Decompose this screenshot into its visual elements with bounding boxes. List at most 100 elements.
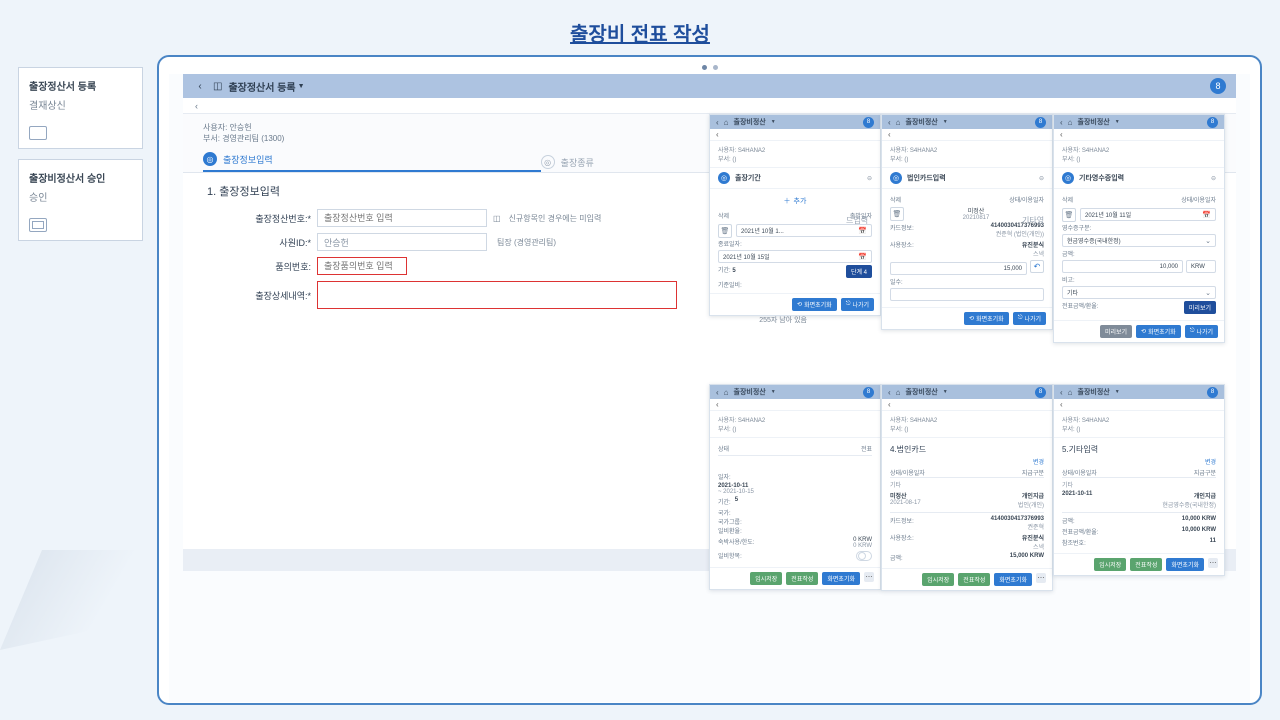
back-row[interactable]: ‹ <box>710 399 880 411</box>
chevron-down-icon[interactable]: ▼ <box>771 119 776 125</box>
avatar[interactable]: 8 <box>1035 117 1046 128</box>
back-icon[interactable]: ‹ <box>716 388 719 397</box>
more-icon[interactable]: ⋯ <box>1208 558 1218 568</box>
label-lodging: 숙박사용/한도: <box>718 537 754 549</box>
sidebar-card-register[interactable]: 출장정산서 등록 결재상신 <box>18 67 143 149</box>
sidebar-card-sub: 결재상신 <box>29 97 132 112</box>
back-row[interactable]: ‹ <box>1054 399 1224 411</box>
preview-button-2[interactable]: 미리보기 <box>1100 325 1132 338</box>
reset-button[interactable]: 화면초기화 <box>994 573 1032 586</box>
wizard-step-1[interactable]: ◎출장정보입력 <box>203 152 541 172</box>
card-title: 출장비정산 <box>734 117 766 127</box>
card-owner: 권준혁 <box>1027 525 1044 531</box>
change-link[interactable]: 변경 <box>1062 457 1216 466</box>
avatar[interactable]: 8 <box>863 117 874 128</box>
label-employee: 사원ID:* <box>207 236 317 249</box>
add-row[interactable]: ＋추가 <box>718 193 872 209</box>
avatar[interactable]: 8 <box>1207 387 1218 398</box>
reset-button[interactable]: ⟲ 화면초기화 <box>792 298 837 311</box>
chevron-down-icon[interactable]: ▼ <box>298 83 305 90</box>
label-memo: 비고: <box>1062 275 1216 284</box>
back-icon[interactable]: ‹ <box>716 118 719 127</box>
back-icon[interactable]: ‹ <box>888 388 891 397</box>
label-ref: 참조번호: <box>1062 538 1086 547</box>
mobile-card-corpcard-detail: ‹⌂출장비정산▼8 ‹ 사용자: S4HANA2부서: () 4.법인카드 변경… <box>881 384 1053 591</box>
card-owner: 권준혁 (법인(개인)) <box>996 232 1044 238</box>
undo-icon[interactable]: ↶ <box>1030 260 1044 273</box>
exit-button[interactable]: ⎋ 나가기 <box>1185 325 1218 338</box>
label-end-date: 종료일자: <box>718 239 872 248</box>
home-icon[interactable]: ⌂ <box>1068 388 1073 397</box>
home-icon[interactable]: ⌂ <box>896 388 901 397</box>
create-slip-button[interactable]: 전표작성 <box>958 573 990 586</box>
back-icon[interactable]: ‹ <box>193 81 207 92</box>
home-icon[interactable]: ⌂ <box>724 388 729 397</box>
currency[interactable]: KRW <box>1186 260 1216 273</box>
create-slip-button[interactable]: 전표작성 <box>1130 558 1162 571</box>
home-icon[interactable]: ⌂ <box>724 118 729 127</box>
input-employee[interactable] <box>317 233 487 251</box>
back-icon[interactable]: ‹ <box>1060 388 1063 397</box>
input-approval-no[interactable] <box>317 257 407 275</box>
avatar[interactable]: 8 <box>863 387 874 398</box>
calendar-icon[interactable]: 📅 <box>858 253 867 261</box>
reset-button[interactable]: ⟲ 화면초기화 <box>1136 325 1181 338</box>
avatar[interactable]: 8 <box>1207 117 1218 128</box>
label-period: 기간: <box>718 497 731 506</box>
period-value: 5 <box>735 497 738 506</box>
avatar[interactable]: 8 <box>1210 78 1226 94</box>
step-button[interactable]: 단계 4 <box>846 265 872 278</box>
meta-user-label: 사용자: <box>203 123 227 132</box>
textarea-detail[interactable] <box>317 281 677 309</box>
input-trip-number[interactable] <box>317 209 487 227</box>
save-draft-button[interactable]: 임시저장 <box>1094 558 1126 571</box>
memo-input[interactable]: 기타 <box>1067 288 1078 297</box>
calendar-icon[interactable]: 📅 <box>858 227 867 235</box>
preview-button[interactable]: 미리보기 <box>1184 301 1216 314</box>
change-link[interactable]: 변경 <box>890 457 1044 466</box>
label-approval-no: 품의번호: <box>207 260 317 273</box>
label-card: 카드정보: <box>890 223 914 238</box>
exit-button[interactable]: ⎋ 나가기 <box>1013 312 1046 325</box>
exit-button[interactable]: ⎋ 나가기 <box>841 298 874 311</box>
trash-icon[interactable]: 🗑 <box>718 224 732 238</box>
trash-icon[interactable]: 🗑 <box>890 207 904 221</box>
receipt-type[interactable]: 현금영수증(국내한정) <box>1067 236 1121 245</box>
create-slip-button[interactable]: 전표작성 <box>786 572 818 585</box>
meta-dept-label: 부서: <box>203 134 220 143</box>
back-icon[interactable]: ‹ <box>195 101 198 111</box>
reset-button[interactable]: 화면초기화 <box>1166 558 1204 571</box>
sidebar-card-approve[interactable]: 출장비정산서 승인 승인 <box>18 159 143 241</box>
start-date[interactable]: 2021년 10월 1... <box>741 226 784 235</box>
avatar[interactable]: 8 <box>1035 387 1046 398</box>
chevron-down-icon[interactable]: ⌄ <box>1205 237 1211 245</box>
reset-button[interactable]: 화면초기화 <box>822 572 860 585</box>
back-icon[interactable]: ‹ <box>888 118 891 127</box>
card-number: 4140030417376993 <box>991 516 1044 522</box>
amount-input[interactable]: 10,000 <box>1062 260 1183 273</box>
home-icon[interactable]: ⌂ <box>1068 118 1073 127</box>
days-input[interactable] <box>890 288 1044 301</box>
collapse-icon[interactable]: ⊖ <box>867 175 872 182</box>
reset-button[interactable]: ⟲ 화면초기화 <box>964 312 1009 325</box>
back-icon[interactable]: ‹ <box>1060 118 1063 127</box>
home-icon[interactable]: ⌂ <box>896 118 901 127</box>
sub-label: 기타 <box>1062 480 1216 489</box>
sidebar-card-sub: 승인 <box>29 189 132 204</box>
trash-icon[interactable]: 🗑 <box>1062 208 1076 222</box>
meta-dept: 경영관리팀 (1300) <box>222 134 284 143</box>
back-row[interactable]: ‹ <box>882 399 1052 411</box>
more-icon[interactable]: ⋯ <box>864 572 874 582</box>
more-icon[interactable]: ⋯ <box>1036 573 1046 583</box>
back-row[interactable]: ‹ <box>1054 129 1224 141</box>
save-draft-button[interactable]: 임시저장 <box>750 572 782 585</box>
place1: 유진분식 <box>1022 243 1044 249</box>
back-row[interactable]: ‹ <box>882 129 1052 141</box>
receipt-date[interactable]: 2021년 10월 11일 <box>1085 210 1131 219</box>
toggle-icon[interactable] <box>858 552 866 560</box>
calendar-icon[interactable]: 📅 <box>1202 211 1211 219</box>
amount-value[interactable]: 15,000 <box>1004 266 1022 272</box>
save-draft-button[interactable]: 임시저장 <box>922 573 954 586</box>
end-date[interactable]: 2021년 10월 15일 <box>723 252 770 261</box>
back-row[interactable]: ‹ <box>710 129 880 141</box>
